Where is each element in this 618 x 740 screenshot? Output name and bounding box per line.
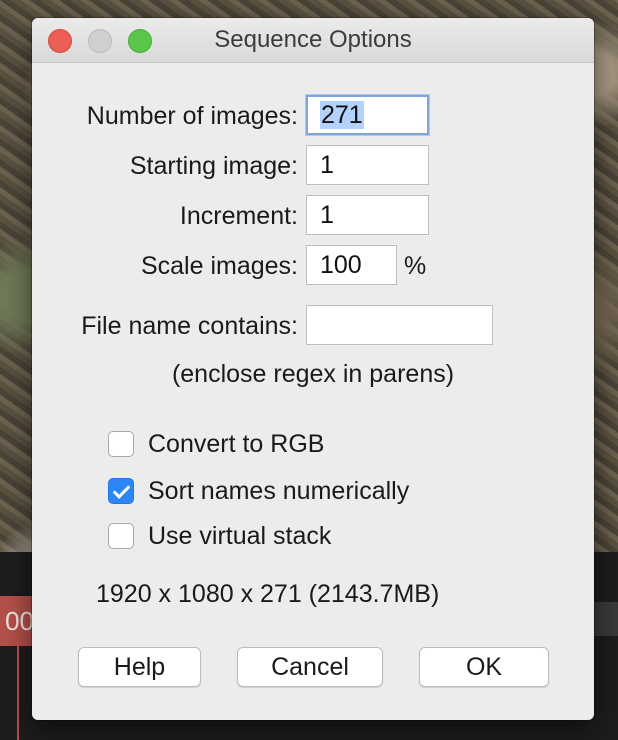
regex-hint: (enclose regex in parens) (171, 360, 455, 388)
starting-image-label: Starting image: (129, 152, 298, 180)
file-name-contains-label: File name contains: (81, 312, 298, 340)
stack-size-info: 1920 x 1080 x 271 (2143.7MB) (96, 580, 440, 608)
convert-to-rgb-checkbox[interactable] (108, 431, 134, 457)
title-bar[interactable]: Sequence Options (32, 18, 594, 63)
dialog-title: Sequence Options (214, 26, 412, 53)
background-playhead-line (17, 646, 19, 740)
help-button[interactable]: Help (78, 647, 201, 687)
sort-names-numerically-option[interactable]: Sort names numerically (108, 476, 409, 506)
use-virtual-stack-option[interactable]: Use virtual stack (108, 521, 331, 551)
number-of-images-label: Number of images: (86, 102, 298, 130)
use-virtual-stack-label: Use virtual stack (148, 521, 332, 550)
number-of-images-field[interactable]: 271 (306, 95, 429, 135)
convert-to-rgb-label: Convert to RGB (148, 429, 325, 458)
scale-images-label: Scale images: (140, 252, 298, 280)
ok-button[interactable]: OK (419, 647, 549, 687)
file-name-contains-field[interactable] (306, 305, 493, 345)
background-playhead-tag: 00 (0, 596, 34, 646)
number-of-images-value: 271 (320, 101, 364, 129)
cancel-button[interactable]: Cancel (237, 647, 383, 687)
sort-names-numerically-checkbox[interactable] (108, 478, 134, 504)
sequence-options-dialog: Sequence Options Number of images: 271 S… (32, 18, 594, 720)
scale-percent-unit: % (404, 252, 427, 280)
increment-label: Increment: (179, 202, 298, 230)
increment-field[interactable]: 1 (306, 195, 429, 235)
convert-to-rgb-option[interactable]: Convert to RGB (108, 429, 324, 459)
scale-images-field[interactable]: 100 (306, 245, 397, 285)
starting-image-field[interactable]: 1 (306, 145, 429, 185)
use-virtual-stack-checkbox[interactable] (108, 523, 134, 549)
sort-names-numerically-label: Sort names numerically (148, 476, 410, 505)
